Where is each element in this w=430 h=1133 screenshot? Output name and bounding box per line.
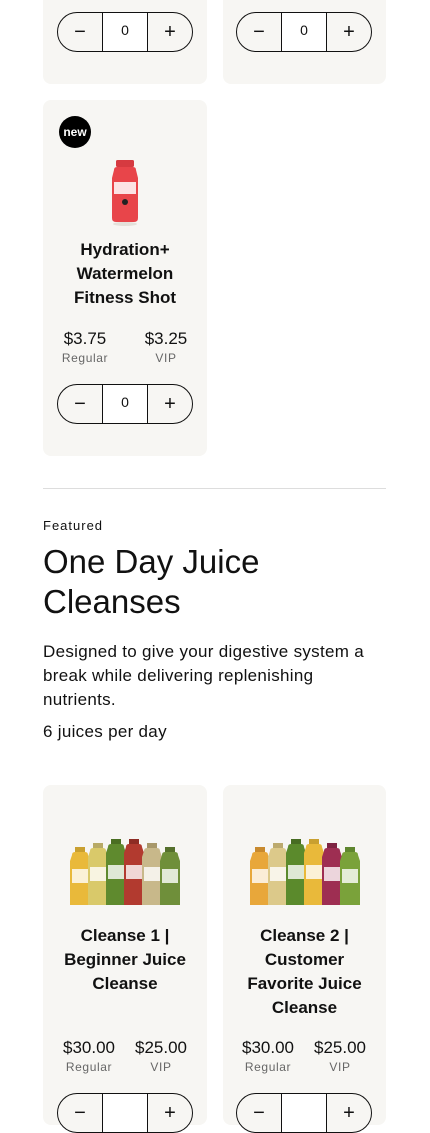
decrease-quantity-button[interactable]: − — [237, 1094, 281, 1132]
product-image[interactable] — [245, 837, 365, 913]
decrease-quantity-button[interactable]: − — [237, 13, 281, 51]
minus-icon: − — [253, 1102, 265, 1124]
section-divider — [43, 488, 386, 489]
increase-quantity-button[interactable]: + — [148, 1094, 192, 1132]
product-card: − 0 + — [43, 0, 207, 84]
minus-icon: − — [253, 21, 265, 43]
product-name[interactable]: Cleanse 1 | Beginner Juice Cleanse — [43, 924, 207, 996]
product-image[interactable] — [65, 837, 185, 913]
decrease-quantity-button[interactable]: − — [58, 1094, 102, 1132]
regular-price: $30.00 Regular — [63, 1038, 115, 1074]
quantity-stepper: − 0 + — [57, 384, 193, 424]
vip-price: $3.25 VIP — [144, 329, 188, 365]
product-card-cleanse-2[interactable]: Cleanse 2 | Customer Favorite Juice Clea… — [223, 785, 386, 1133]
bottle-group — [250, 839, 360, 905]
product-name[interactable]: Cleanse 2 | Customer Favorite Juice Clea… — [223, 924, 386, 1020]
vip-price: $25.00 VIP — [314, 1038, 366, 1074]
product-card-hydration[interactable]: new Hydration+ Watermelon Fitness Shot $… — [43, 100, 207, 456]
plus-icon: + — [164, 1102, 176, 1124]
quantity-value[interactable]: 0 — [281, 13, 327, 51]
quantity-value[interactable] — [102, 1094, 148, 1132]
increase-quantity-button[interactable]: + — [327, 1094, 371, 1132]
quantity-value[interactable] — [281, 1094, 327, 1132]
quantity-stepper: − 0 + — [57, 12, 193, 52]
product-image[interactable] — [105, 158, 145, 228]
decrease-quantity-button[interactable]: − — [58, 13, 102, 51]
plus-icon: + — [164, 393, 176, 415]
plus-icon: + — [343, 1102, 355, 1124]
quantity-stepper: − + — [236, 1093, 372, 1133]
new-badge: new — [59, 116, 91, 148]
minus-icon: − — [74, 393, 86, 415]
increase-quantity-button[interactable]: + — [148, 13, 192, 51]
product-card-cleanse-1[interactable]: Cleanse 1 | Beginner Juice Cleanse $30.0… — [43, 785, 207, 1133]
product-card: − 0 + — [223, 0, 386, 84]
quantity-value[interactable]: 0 — [102, 13, 148, 51]
bottle-group — [70, 839, 180, 905]
regular-price: $30.00 Regular — [242, 1038, 294, 1074]
quantity-value[interactable]: 0 — [102, 385, 148, 423]
quantity-stepper: − 0 + — [236, 12, 372, 52]
juices-per-day: 6 juices per day — [43, 722, 167, 741]
section-description: Designed to give your digestive system a… — [43, 642, 364, 709]
increase-quantity-button[interactable]: + — [327, 13, 371, 51]
product-name[interactable]: Hydration+ Watermelon Fitness Shot — [43, 238, 207, 310]
plus-icon: + — [164, 21, 176, 43]
vip-price: $25.00 VIP — [135, 1038, 187, 1074]
minus-icon: − — [74, 21, 86, 43]
plus-icon: + — [343, 21, 355, 43]
regular-price: $3.75 Regular — [61, 329, 109, 365]
quantity-stepper: − + — [57, 1093, 193, 1133]
minus-icon: − — [74, 1102, 86, 1124]
decrease-quantity-button[interactable]: − — [58, 385, 102, 423]
section-title: One Day Juice Cleanses — [43, 543, 260, 620]
increase-quantity-button[interactable]: + — [148, 385, 192, 423]
section-eyebrow: Featured — [43, 518, 104, 533]
